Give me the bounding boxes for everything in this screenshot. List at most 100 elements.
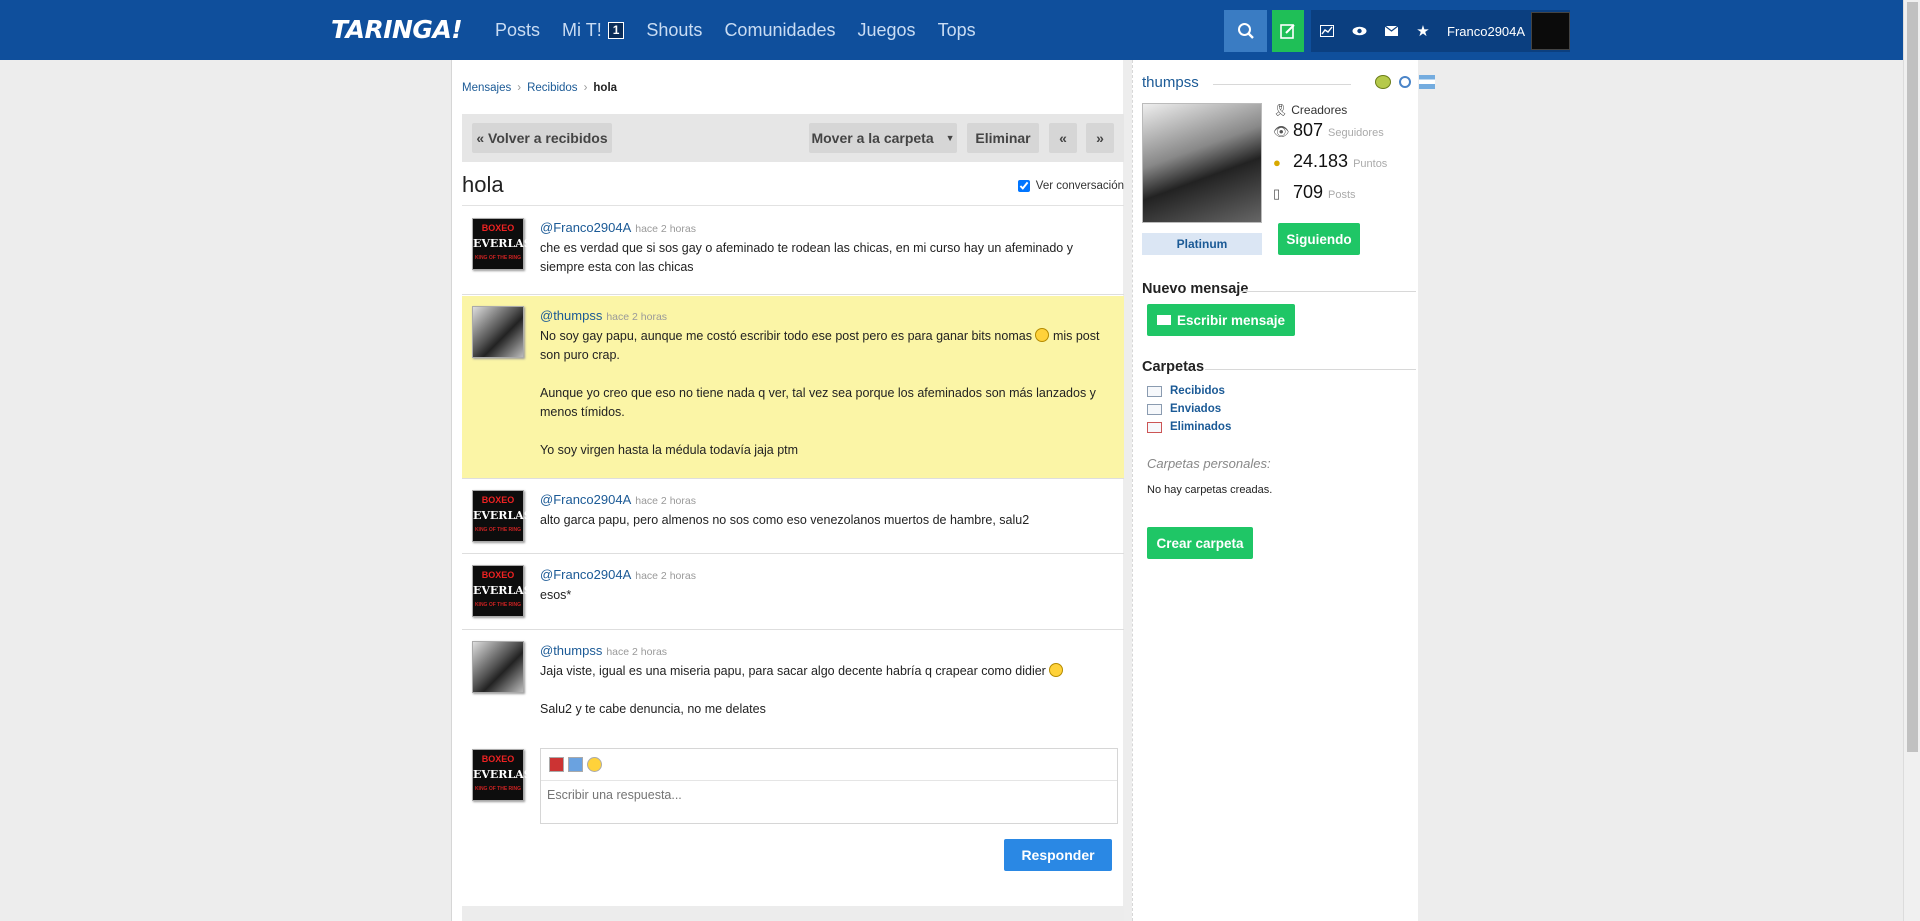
breadcrumb-current: hola [593, 82, 618, 94]
next-message-button[interactable]: » [1086, 123, 1114, 153]
divider [1240, 291, 1416, 292]
sender-avatar[interactable]: BOXEO EVERLAST KING OF THE RING [472, 218, 540, 270]
message-item: BOXEO EVERLAST KING OF THE RING @Franco2… [462, 208, 1124, 295]
reply-input[interactable] [541, 782, 1117, 823]
reply-submit-button[interactable]: Responder [1004, 839, 1112, 871]
nav-posts[interactable]: Posts [495, 20, 540, 41]
write-message-button[interactable]: Escribir mensaje [1147, 304, 1295, 336]
eye-icon: 👁 [1273, 124, 1290, 139]
avatar-text-middle: EVERLAST [473, 584, 540, 597]
search-button[interactable] [1224, 10, 1267, 52]
taringa-logo[interactable]: TARINGA! [331, 15, 463, 44]
move-to-folder-select[interactable]: Mover a la carpeta ▼ [809, 123, 957, 153]
smiley-emoticon-icon [1035, 328, 1050, 342]
folder-label[interactable]: Recibidos [1170, 385, 1225, 397]
star-icon[interactable]: ★ [1407, 10, 1439, 52]
divider [1213, 84, 1351, 85]
sender-name[interactable]: @Franco2904A [540, 565, 631, 584]
delete-button[interactable]: Eliminar [967, 123, 1039, 153]
profile-avatar[interactable] [1142, 103, 1262, 223]
scrollbar-thumb[interactable] [1907, 2, 1918, 752]
sender-avatar[interactable]: BOXEO EVERLAST KING OF THE RING [472, 565, 540, 617]
breadcrumb-recibidos[interactable]: Recibidos [527, 82, 578, 94]
previous-message-button[interactable]: « [1049, 123, 1077, 153]
stat-label: Seguidores [1328, 127, 1384, 139]
message-text: No soy gay papu, aunque me costó escribi… [540, 327, 1118, 365]
sender-name[interactable]: @Franco2904A [540, 218, 631, 237]
profile-name[interactable]: thumpss [1142, 74, 1199, 91]
envelope-icon [1156, 315, 1171, 325]
message-text: alto garca papu, pero almenos no sos com… [540, 513, 1030, 527]
notification-count-badge: 1 [607, 22, 625, 39]
divider [1205, 369, 1416, 370]
folder-enviados[interactable]: Enviados [1147, 400, 1231, 418]
nav-juegos[interactable]: Juegos [858, 20, 916, 41]
message-time: hace 2 horas [635, 223, 696, 235]
mail-icon[interactable] [1375, 10, 1407, 52]
sender-avatar[interactable] [472, 641, 524, 693]
breadcrumb-mensajes[interactable]: Mensajes [462, 82, 511, 94]
move-to-folder-label: Mover a la carpeta [811, 130, 934, 146]
avatar-text-top: BOXEO [481, 495, 515, 505]
sender-name[interactable]: @Franco2904A [540, 490, 631, 509]
username-label[interactable]: Franco2904A [1447, 24, 1525, 39]
nav-mi-t[interactable]: Mi T! 1 [562, 20, 625, 41]
avatar-text-bottom: KING OF THE RING [474, 786, 522, 792]
message-time: hace 2 horas [606, 646, 668, 658]
ribbon-icon: 🎗 [1273, 103, 1289, 117]
new-post-icon [1280, 24, 1295, 39]
sender-name[interactable]: @thumpss [540, 641, 602, 660]
folder-recibidos[interactable]: Recibidos [1147, 382, 1231, 400]
stat-value: 807 [1293, 120, 1324, 140]
breadcrumb: Mensajes › Recibidos › hola [462, 82, 617, 94]
view-conversation-label: Ver conversación [1035, 180, 1124, 192]
write-message-label: Escribir mensaje [1176, 312, 1286, 328]
stat-label: Posts [1328, 189, 1356, 201]
argentina-flag-icon [1419, 75, 1435, 89]
avatar-text-top: BOXEO [481, 570, 515, 580]
new-post-button[interactable] [1272, 10, 1304, 52]
message-body: @thumpss hace 2 horas Jaja viste, igual e… [540, 641, 1118, 719]
emoticon-icon[interactable] [587, 757, 602, 772]
stat-value: 709 [1293, 182, 1324, 202]
image-icon[interactable] [568, 757, 583, 772]
nav-mi-t-label: Mi T! [562, 20, 602, 40]
sender-name[interactable]: @thumpss [540, 306, 602, 325]
user-avatar[interactable] [1531, 12, 1570, 50]
nav-comunidades[interactable]: Comunidades [724, 20, 835, 41]
page-scrollbar[interactable] [1903, 0, 1920, 921]
folder-label[interactable]: Enviados [1170, 403, 1221, 415]
no-folders-text: No hay carpetas creadas. [1147, 484, 1273, 496]
avatar-text-top: BOXEO [481, 223, 515, 233]
folder-label[interactable]: Eliminados [1170, 421, 1231, 433]
youtube-icon[interactable] [549, 757, 564, 772]
sender-avatar[interactable]: BOXEO EVERLAST KING OF THE RING [472, 490, 540, 542]
eye-icon[interactable] [1343, 10, 1375, 52]
message-body: @Franco2904A hace 2 horas alto garca papu… [540, 490, 1118, 530]
following-button[interactable]: Siguiendo [1278, 223, 1360, 255]
stats-icon[interactable] [1311, 10, 1343, 52]
view-conversation-checkbox[interactable] [1017, 180, 1030, 192]
avatar-text-middle: EVERLAST [473, 237, 540, 250]
create-folder-button[interactable]: Crear carpeta [1147, 527, 1253, 559]
view-conversation-toggle[interactable]: Ver conversación [1017, 180, 1124, 192]
personal-folders-heading: Carpetas personales: [1147, 456, 1271, 471]
stat-posts: ▯ 709 Posts [1273, 182, 1387, 213]
message-text: Salu2 y te cabe denuncia, no me delates [540, 702, 766, 716]
message-item: @thumpss hace 2 horas Jaja viste, igual e… [462, 631, 1124, 739]
nav-shouts[interactable]: Shouts [646, 20, 702, 41]
stat-label: Puntos [1353, 158, 1388, 170]
message-text: Jaja viste, igual es una miseria papu, p… [540, 662, 1118, 681]
message-time: hace 2 horas [635, 495, 696, 507]
message-text: esos* [540, 588, 572, 602]
avatar-text-middle: EVERLAST [473, 509, 540, 522]
stat-points: ● 24.183 Puntos [1273, 151, 1387, 182]
nav-tops[interactable]: Tops [938, 20, 976, 41]
stat-followers: 👁 807 Seguidores [1273, 120, 1387, 151]
folder-eliminados[interactable]: Eliminados [1147, 418, 1231, 436]
coin-icon: ● [1273, 155, 1281, 170]
back-to-inbox-button[interactable]: « Volver a recibidos [472, 123, 612, 153]
male-gender-icon [1399, 76, 1411, 88]
message-item-highlighted: @thumpss hace 2 horas No soy gay papu, au… [462, 296, 1124, 479]
sender-avatar[interactable] [472, 306, 524, 358]
